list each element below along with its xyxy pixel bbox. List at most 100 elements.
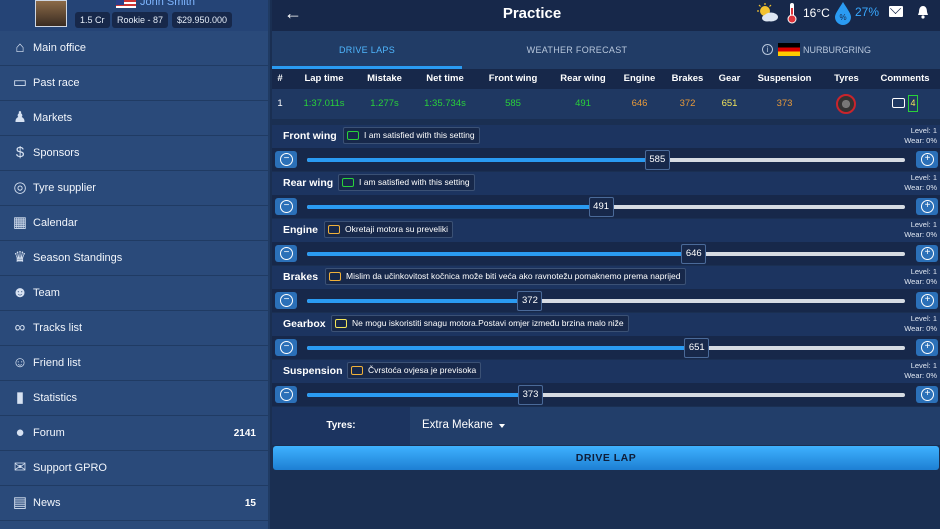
decrease-button[interactable] bbox=[275, 339, 297, 356]
sidebar-item-label: Tyre supplier bbox=[33, 182, 96, 194]
level-text: Level: 1 bbox=[910, 314, 937, 323]
sidebar-item-team[interactable]: ☻ Team bbox=[0, 276, 270, 311]
setting-slider[interactable]: 651 bbox=[307, 338, 905, 358]
comment-count-badge[interactable]: 4 bbox=[908, 95, 918, 112]
comment-bubble-icon bbox=[329, 272, 341, 281]
sidebar-item-label: Team bbox=[33, 287, 60, 299]
wear-text: Wear: 0% bbox=[904, 277, 937, 286]
tyres-label: Tyres: bbox=[272, 407, 410, 445]
decrease-button[interactable] bbox=[275, 198, 297, 215]
setting-rear-wing: Rear wing I am satisfied with this setti… bbox=[272, 172, 940, 219]
col-front-wing: Front wing bbox=[488, 73, 538, 84]
sidebar-item-label: Support GPRO bbox=[33, 462, 107, 474]
comment-icon[interactable] bbox=[892, 98, 905, 108]
wear-text: Wear: 0% bbox=[904, 230, 937, 239]
driver-comment: I am satisfied with this setting bbox=[343, 127, 480, 144]
sidebar-item-season-standings[interactable]: ♛ Season Standings bbox=[0, 241, 270, 276]
decrease-button[interactable] bbox=[275, 245, 297, 262]
sidebar-item-label: Calendar bbox=[33, 217, 78, 229]
table-header: # Lap time Mistake Net time Front wing R… bbox=[272, 69, 940, 89]
info-icon[interactable]: i bbox=[762, 44, 773, 55]
setting-name: Gearbox bbox=[283, 318, 326, 330]
setting-suspension: Suspension Čvrstoća ovjesa je previsoka … bbox=[272, 360, 940, 407]
trophy-icon: ♛ bbox=[13, 249, 27, 266]
bell-icon[interactable] bbox=[917, 5, 929, 19]
top-bar: ← Practice 16°C % 27% bbox=[272, 0, 940, 31]
increase-button[interactable] bbox=[916, 386, 938, 403]
page-title: Practice bbox=[502, 5, 562, 22]
slider-thumb[interactable]: 585 bbox=[644, 150, 670, 170]
driver-comment-text: I am satisfied with this setting bbox=[364, 130, 475, 140]
increase-button[interactable] bbox=[916, 292, 938, 309]
temperature-value: 16°C bbox=[803, 6, 830, 20]
decrease-button[interactable] bbox=[275, 292, 297, 309]
comment-bubble-icon bbox=[347, 131, 359, 140]
tab-bar: DRIVE LAPS WEATHER FORECAST i NURBURGRIN… bbox=[272, 31, 940, 69]
slider-thumb[interactable]: 651 bbox=[684, 338, 710, 358]
comment-bubble-icon bbox=[328, 225, 340, 234]
content-background bbox=[272, 472, 940, 529]
sidebar-item-label: Markets bbox=[33, 112, 73, 124]
increase-button[interactable] bbox=[916, 245, 938, 262]
avatar[interactable] bbox=[35, 0, 67, 27]
laps-table: # Lap time Mistake Net time Front wing R… bbox=[272, 69, 940, 119]
manager-name[interactable]: John Smith bbox=[140, 0, 195, 8]
brakes-value: 372 bbox=[679, 98, 696, 109]
sidebar-item-tracks-list[interactable]: ∞ Tracks list bbox=[0, 311, 270, 346]
slider-thumb[interactable]: 373 bbox=[518, 385, 544, 405]
tyres-dropdown[interactable]: Extra Mekane bbox=[410, 407, 940, 445]
level-text: Level: 1 bbox=[910, 126, 937, 135]
table-row: 1 1:37.011s 1.277s 1:35.734s 585 491 646… bbox=[272, 89, 940, 119]
sidebar-item-statistics[interactable]: ▮ Statistics bbox=[0, 381, 270, 416]
slider-thumb[interactable]: 372 bbox=[517, 291, 543, 311]
driver-comment-text: Ne mogu iskoristiti snagu motora.Postavi… bbox=[352, 318, 624, 328]
sidebar-item-tyre-supplier[interactable]: ◎ Tyre supplier bbox=[0, 171, 270, 206]
decrease-button[interactable] bbox=[275, 386, 297, 403]
sidebar-item-past-race[interactable]: ▭ Past race bbox=[0, 66, 270, 101]
slider-fill bbox=[307, 252, 694, 256]
home-icon: ⌂ bbox=[15, 39, 25, 56]
setting-slider[interactable]: 373 bbox=[307, 385, 905, 405]
setting-slider[interactable]: 585 bbox=[307, 150, 905, 170]
setting-slider[interactable]: 372 bbox=[307, 291, 905, 311]
increase-button[interactable] bbox=[916, 339, 938, 356]
comment-bubble-icon bbox=[351, 366, 363, 375]
dollar-icon: $ bbox=[15, 144, 25, 161]
setting-slider[interactable]: 646 bbox=[307, 244, 905, 264]
tab-track[interactable]: NURBURGRING bbox=[803, 31, 871, 69]
slider-fill bbox=[307, 205, 601, 209]
sidebar-item-forum[interactable]: ● Forum 2141 bbox=[0, 416, 270, 451]
engine-value: 646 bbox=[631, 98, 648, 109]
tyre-compound-icon bbox=[836, 94, 856, 114]
profile-header: John Smith 1.5 Cr Rookie - 87 $29.950.00… bbox=[0, 0, 268, 31]
net-time: 1:35.734s bbox=[424, 98, 466, 109]
front-wing-value: 585 bbox=[505, 98, 521, 109]
decrease-button[interactable] bbox=[275, 151, 297, 168]
sidebar-item-sponsors[interactable]: $ Sponsors bbox=[0, 136, 270, 171]
friends-icon: ☺ bbox=[12, 354, 28, 371]
mail-icon[interactable] bbox=[889, 6, 903, 17]
col-engine: Engine bbox=[623, 73, 656, 84]
setting-slider[interactable]: 491 bbox=[307, 197, 905, 217]
sidebar-item-main-office[interactable]: ⌂ Main office bbox=[0, 31, 270, 66]
increase-button[interactable] bbox=[916, 151, 938, 168]
slider-thumb[interactable]: 491 bbox=[588, 197, 614, 217]
sidebar-item-label: Main office bbox=[33, 42, 86, 54]
sidebar-item-calendar[interactable]: ▦ Calendar bbox=[0, 206, 270, 241]
gear-value: 651 bbox=[721, 98, 738, 109]
sidebar-item-news[interactable]: ▤ News 15 bbox=[0, 486, 270, 521]
setting-engine: Engine Okretaji motora su preveliki Leve… bbox=[272, 219, 940, 266]
statistics-icon: ▮ bbox=[15, 389, 25, 406]
tab-weather-forecast[interactable]: WEATHER FORECAST bbox=[487, 31, 667, 69]
caret-down-icon bbox=[499, 424, 505, 428]
thermometer-icon bbox=[787, 3, 797, 24]
team-icon: ☻ bbox=[12, 284, 28, 301]
sidebar-item-support[interactable]: ✉ Support GPRO bbox=[0, 451, 270, 486]
slider-thumb[interactable]: 646 bbox=[681, 244, 707, 264]
sidebar-item-label: Statistics bbox=[33, 392, 78, 404]
increase-button[interactable] bbox=[916, 198, 938, 215]
drive-lap-button[interactable]: DRIVE LAP bbox=[273, 446, 939, 470]
sidebar-item-friend-list[interactable]: ☺ Friend list bbox=[0, 346, 270, 381]
tab-drive-laps[interactable]: DRIVE LAPS bbox=[272, 31, 462, 69]
sidebar-item-markets[interactable]: ♟ Markets bbox=[0, 101, 270, 136]
